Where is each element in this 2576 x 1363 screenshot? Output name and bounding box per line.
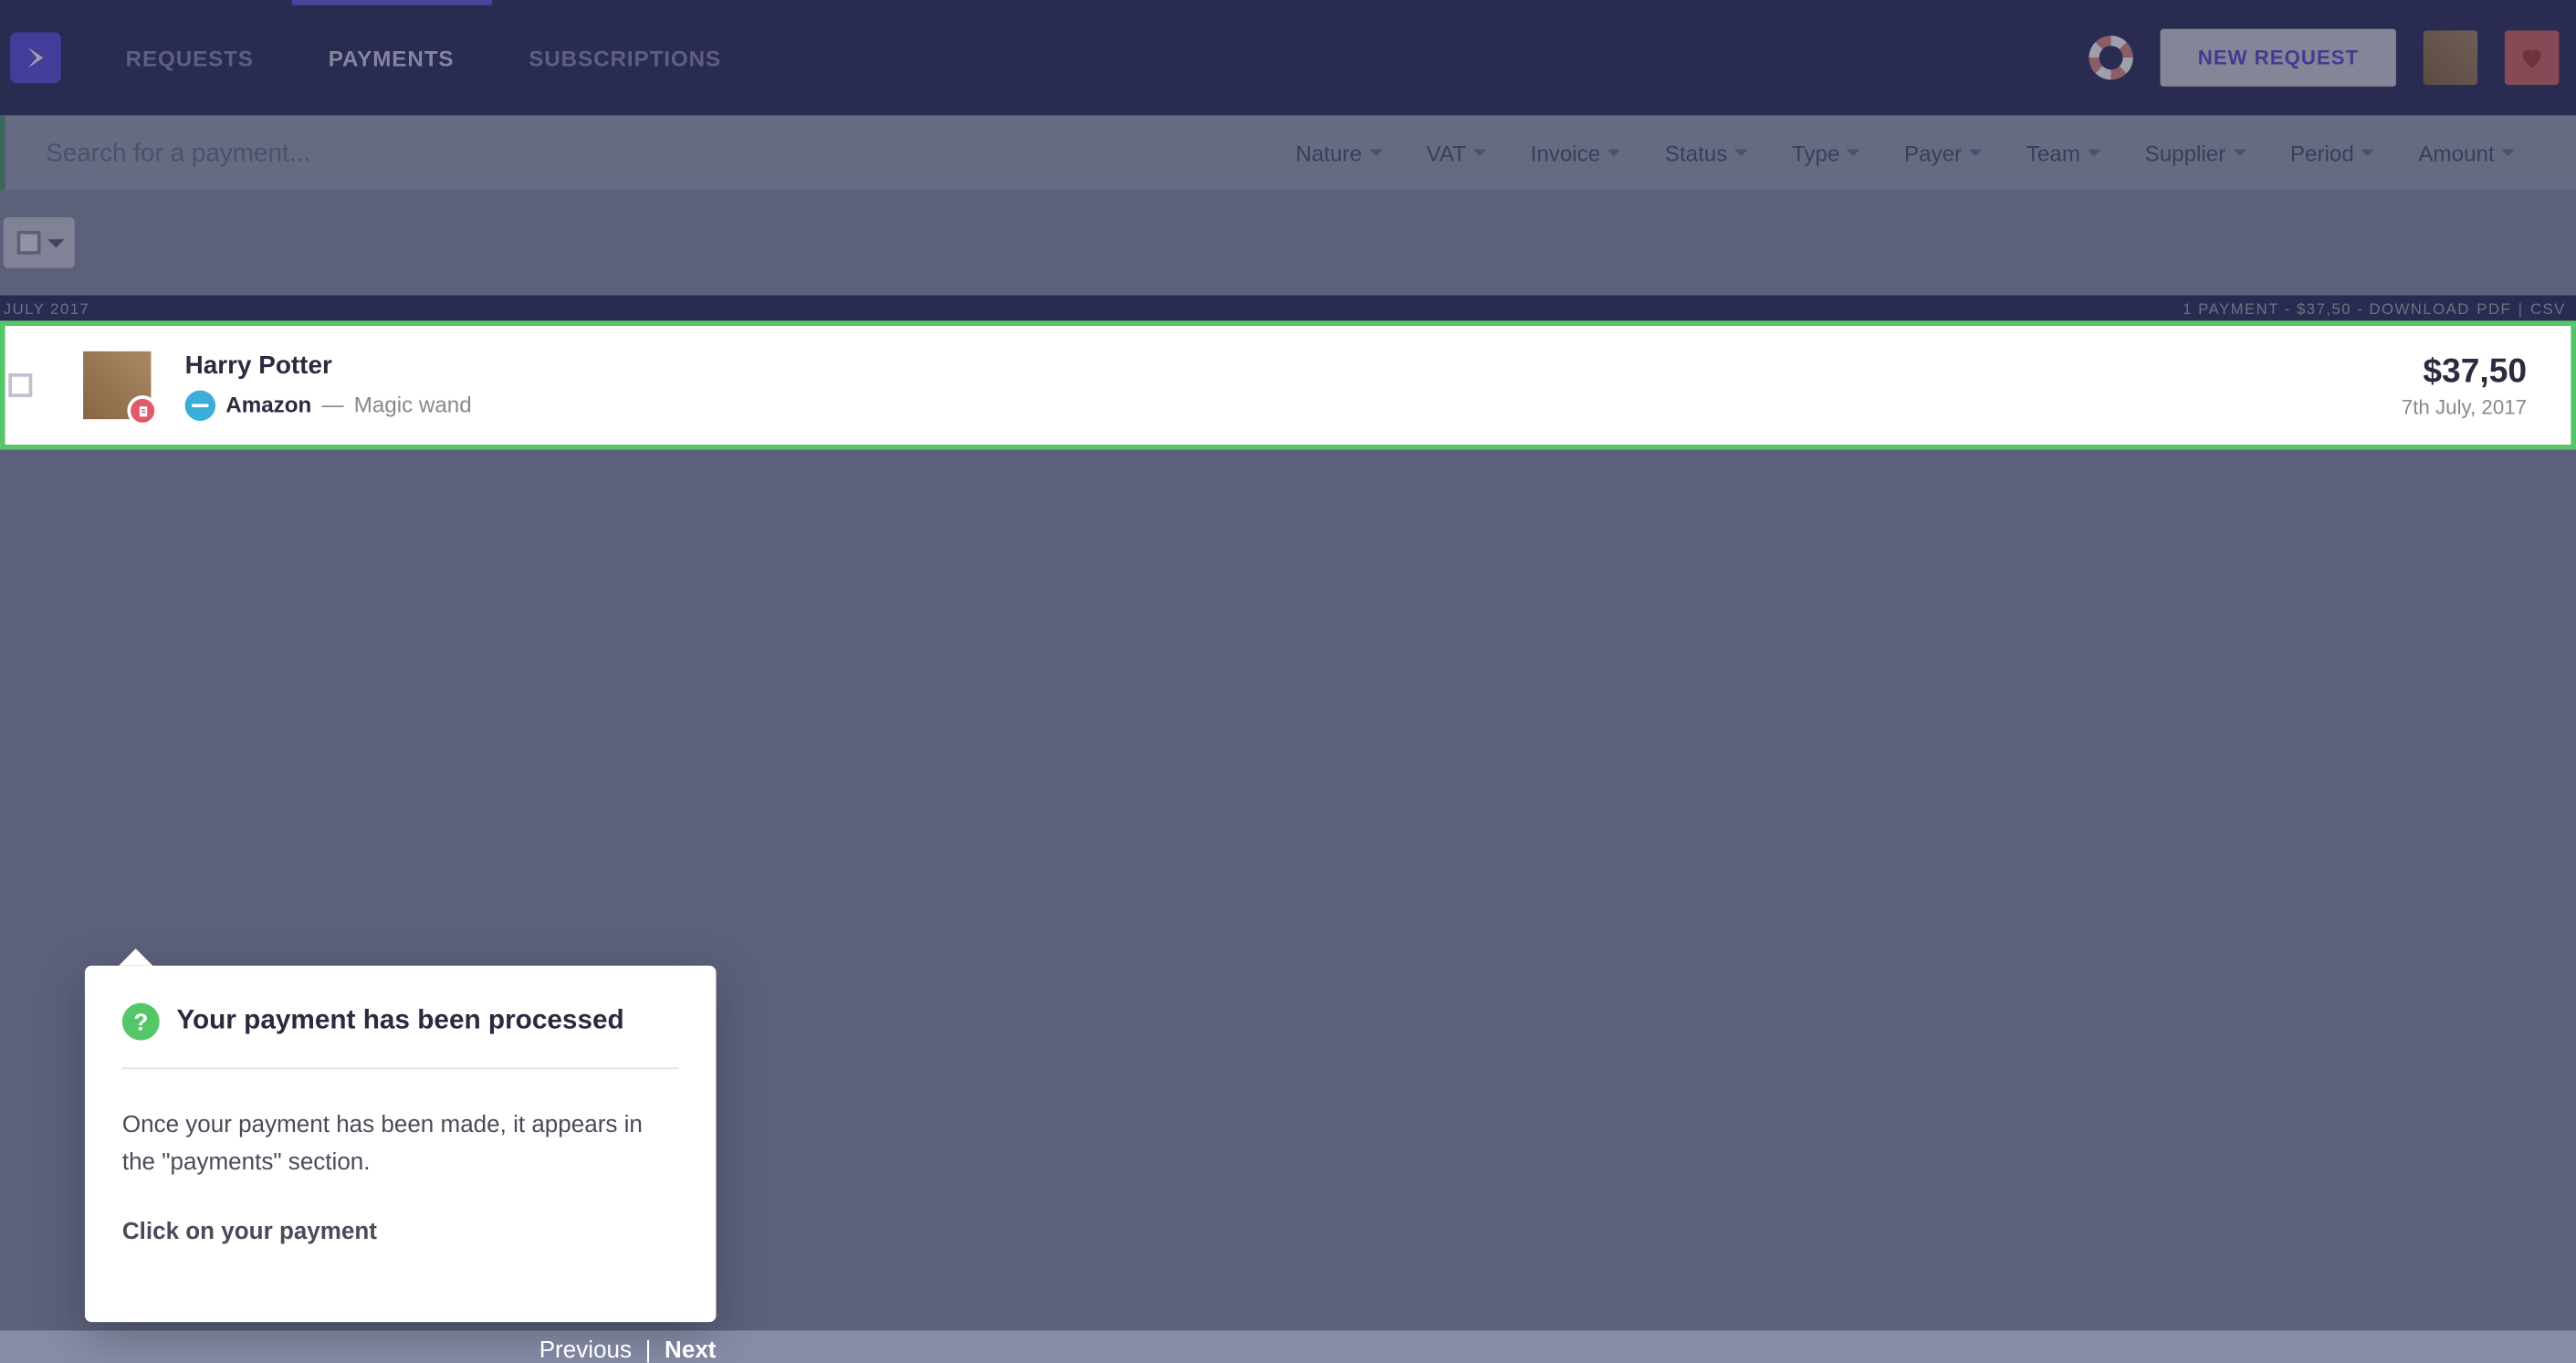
payment-amount: $37,50 <box>2402 352 2527 392</box>
filter-label: Invoice <box>1531 140 1601 165</box>
chevron-down-icon <box>2361 150 2374 156</box>
tooltip-title: Your payment has been processed <box>176 1006 623 1036</box>
tab-payments[interactable]: PAYMENTS <box>291 0 492 115</box>
payer-name: Harry Potter <box>185 351 472 380</box>
chevron-down-icon <box>1847 150 1860 156</box>
supplier-icon <box>185 390 215 420</box>
filter-label: Nature <box>1295 140 1362 165</box>
row-checkbox[interactable] <box>8 373 32 397</box>
month-summary: 1 PAYMENT - $37,50 - DOWNLOAD PDF | CSV <box>2183 299 2566 317</box>
chevron-down-icon <box>1969 150 1983 156</box>
month-label: JULY 2017 <box>4 299 90 317</box>
payment-amount-block: $37,50 7th July, 2017 <box>2402 352 2527 419</box>
user-avatar[interactable] <box>2424 30 2477 84</box>
filter-team[interactable]: Team <box>2026 140 2100 165</box>
tooltip-nav: Previous | Next <box>539 1336 717 1363</box>
filter-invoice[interactable]: Invoice <box>1531 140 1621 165</box>
chevron-down-icon <box>2501 150 2515 156</box>
filter-supplier[interactable]: Supplier <box>2145 140 2246 165</box>
question-mark-icon: ? <box>122 1003 160 1041</box>
filter-period[interactable]: Period <box>2290 140 2374 165</box>
onboarding-tooltip: ? Your payment has been processed Once y… <box>85 966 717 1323</box>
chevron-down-icon <box>1607 150 1621 156</box>
download-csv-link[interactable]: CSV <box>2530 299 2566 317</box>
filter-label: Team <box>2026 140 2080 165</box>
month-summary-text: 1 PAYMENT - $37,50 - DOWNLOAD <box>2183 299 2470 317</box>
filter-type[interactable]: Type <box>1792 140 1860 165</box>
filter-label: Period <box>2290 140 2354 165</box>
chevron-down-icon <box>2087 150 2100 156</box>
filter-label: Type <box>1792 140 1839 165</box>
separator: | <box>645 1336 652 1363</box>
filter-vat[interactable]: VAT <box>1427 140 1487 165</box>
filter-status[interactable]: Status <box>1665 140 1748 165</box>
tab-requests[interactable]: REQUESTS <box>89 0 291 115</box>
help-lifebuoy-icon[interactable] <box>2089 36 2133 79</box>
tab-subscriptions[interactable]: SUBSCRIPTIONS <box>491 0 759 115</box>
tooltip-prev-button[interactable]: Previous <box>539 1336 632 1363</box>
filter-payer[interactable]: Payer <box>1904 140 1982 165</box>
chevron-down-icon <box>1472 150 1486 156</box>
chevron-down-icon <box>2233 150 2246 156</box>
new-request-button[interactable]: NEW REQUEST <box>2161 29 2396 87</box>
filter-label: Amount <box>2418 140 2494 165</box>
heart-icon <box>2518 44 2546 71</box>
search-input[interactable] <box>5 139 685 168</box>
download-pdf-link[interactable]: PDF <box>2477 299 2511 317</box>
filter-amount[interactable]: Amount <box>2418 140 2515 165</box>
chevron-down-icon <box>47 238 65 246</box>
filter-label: Status <box>1665 140 1728 165</box>
logo-icon <box>20 42 50 72</box>
payer-avatar <box>83 351 151 419</box>
select-all-dropdown[interactable] <box>4 217 75 268</box>
filter-label: VAT <box>1427 140 1466 165</box>
chevron-down-icon <box>1368 150 1382 156</box>
supplier-name: Amazon <box>225 392 311 417</box>
payment-date: 7th July, 2017 <box>2402 394 2527 418</box>
payment-info: Harry Potter Amazon — Magic wand <box>185 351 472 420</box>
filter-label: Supplier <box>2145 140 2226 165</box>
payment-description: Magic wand <box>354 392 472 417</box>
payment-row[interactable]: Harry Potter Amazon — Magic wand $37,50 … <box>5 326 2571 445</box>
select-all-checkbox[interactable] <box>17 231 41 255</box>
filter-label: Payer <box>1904 140 1962 165</box>
separator: | <box>2518 299 2524 317</box>
filter-nature[interactable]: Nature <box>1295 140 1382 165</box>
favorite-button[interactable] <box>2505 30 2559 84</box>
tooltip-body-text: Once your payment has been made, it appe… <box>122 1106 679 1180</box>
chevron-down-icon <box>1734 150 1748 156</box>
tooltip-next-button[interactable]: Next <box>665 1336 716 1363</box>
separator: — <box>321 392 343 417</box>
tooltip-cta: Click on your payment <box>122 1214 679 1251</box>
receipt-badge-icon <box>127 395 157 425</box>
app-logo[interactable] <box>10 32 61 83</box>
nav-tabs: REQUESTS PAYMENTS SUBSCRIPTIONS <box>89 0 759 115</box>
